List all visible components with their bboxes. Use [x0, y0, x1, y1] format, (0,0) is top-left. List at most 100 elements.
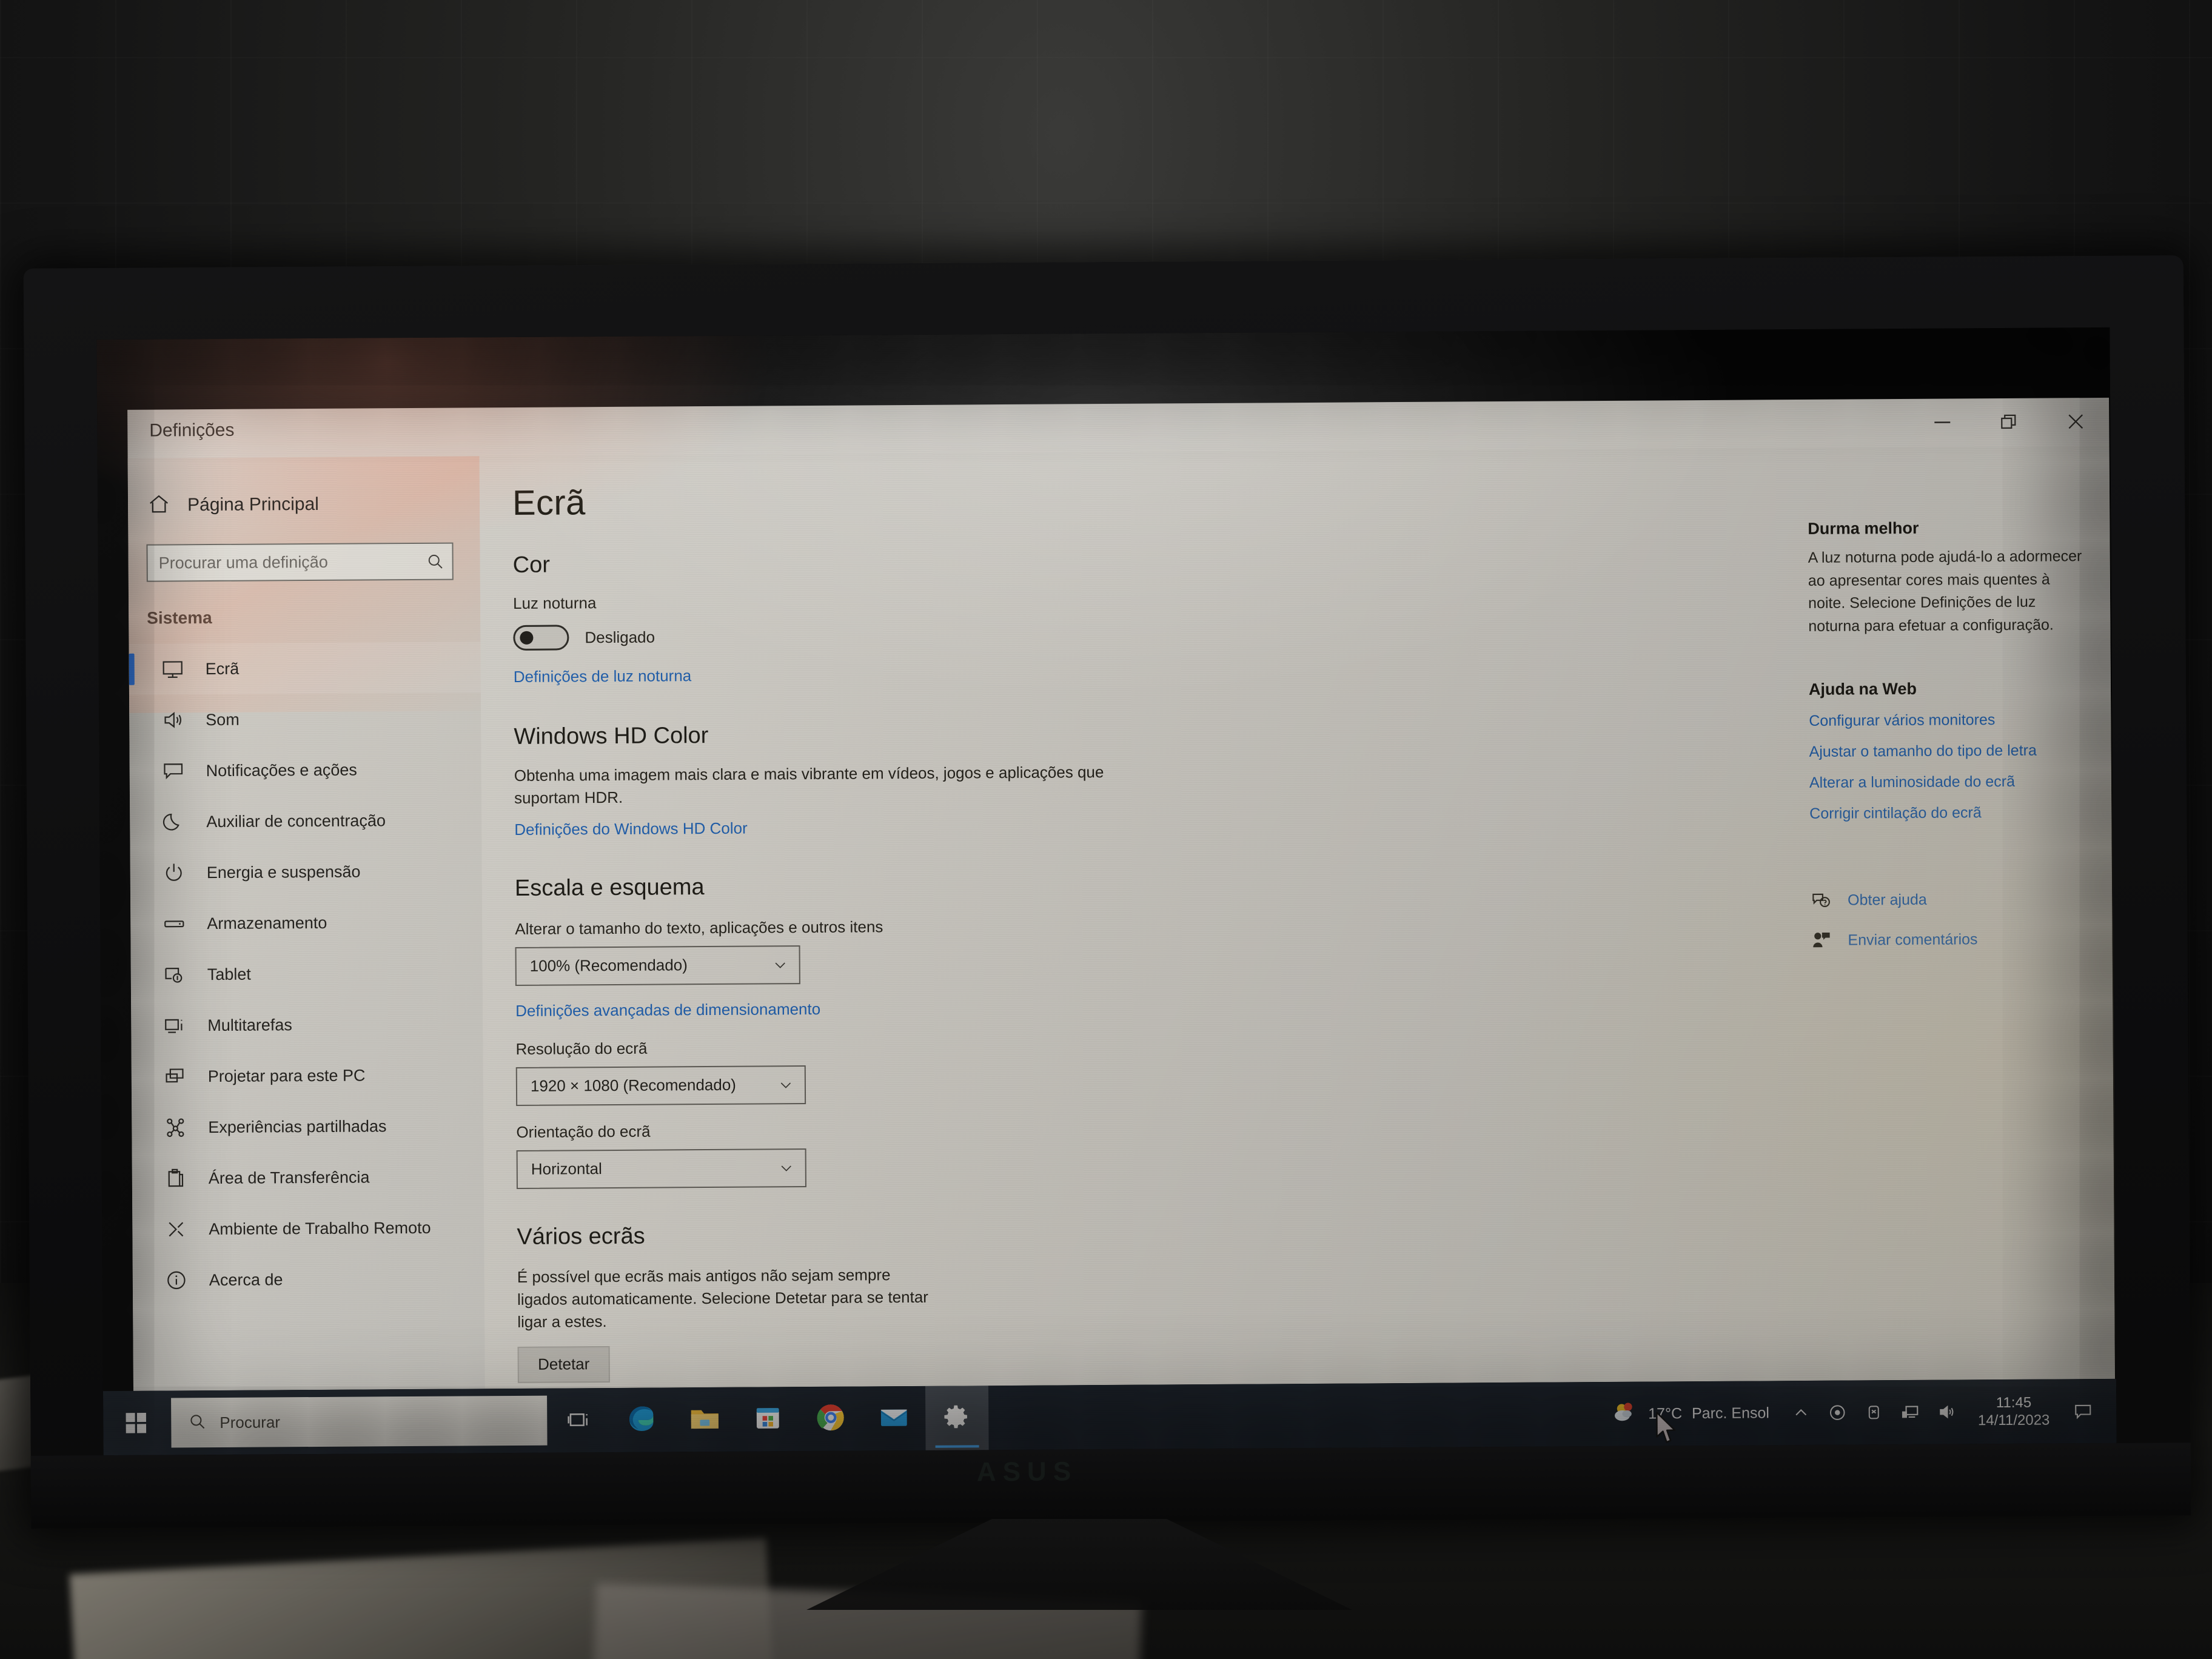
share-icon [162, 1114, 189, 1141]
help-balloon-icon [1810, 890, 1832, 911]
sidebar-item-som[interactable]: Som [129, 692, 481, 746]
windows-logo-icon[interactable] [103, 1390, 169, 1455]
sidebar-item-area-transferencia[interactable]: Área de Transferência [132, 1151, 484, 1204]
advanced-scaling-link[interactable]: Definições avançadas de dimensionamento [515, 994, 1786, 1021]
taskbar-app-edge[interactable] [610, 1387, 674, 1452]
monitor-screen: Definições Página Principal Procurar uma… [96, 327, 2117, 1456]
taskbar-app-file-explorer[interactable] [673, 1387, 737, 1452]
sidebar-item-concentracao[interactable]: Auxiliar de concentração [130, 794, 482, 848]
scale-size-label: Alterar o tamanho do texto, aplicações e… [515, 917, 883, 938]
photo-scene: Definições Página Principal Procurar uma… [0, 0, 2212, 1659]
night-light-state: Desligado [585, 628, 655, 646]
orientation-dropdown[interactable]: Horizontal [516, 1148, 806, 1189]
bluetooth-device-icon[interactable] [1855, 1380, 1892, 1444]
sidebar-item-acerca-de[interactable]: Acerca de [133, 1253, 485, 1306]
taskbar-weather[interactable]: 17°C Parc. Ensol [1597, 1398, 1783, 1430]
web-help-link[interactable]: Corrigir cintilação do ecrã [1809, 803, 2087, 823]
system-tray: 17°C Parc. Ensol 11:45 14/11/2023 [1597, 1379, 2117, 1446]
sidebar-item-armazenamento[interactable]: Armazenamento [130, 896, 483, 950]
notification-icon [160, 757, 187, 784]
onedrive-icon[interactable] [1819, 1380, 1856, 1444]
night-light-settings-link[interactable]: Definições de luz noturna [514, 660, 1785, 686]
taskbar-app-settings[interactable] [925, 1386, 989, 1450]
network-icon[interactable] [1892, 1380, 1929, 1444]
taskbar-app-chrome[interactable] [799, 1386, 863, 1451]
drive-icon [161, 910, 187, 937]
chevron-up-icon[interactable] [1783, 1381, 1820, 1445]
clipboard-icon [163, 1165, 189, 1191]
sidebar-item-label: Área de Transferência [208, 1167, 370, 1187]
task-view-icon[interactable] [547, 1388, 611, 1453]
weather-condition: Parc. Ensol [1691, 1404, 1770, 1422]
send-feedback-label: Enviar comentários [1848, 930, 1978, 949]
sidebar-item-experiencias[interactable]: Experiências partilhadas [132, 1100, 484, 1153]
hd-color-description: Obtenha uma imagem mais clara e mais vib… [514, 763, 1104, 807]
settings-search[interactable] [146, 542, 454, 582]
web-help-link[interactable]: Ajustar o tamanho do tipo de letra [1809, 742, 2087, 761]
taskbar-clock[interactable]: 11:45 14/11/2023 [1965, 1393, 2063, 1430]
settings-gear-icon [942, 1401, 972, 1435]
sidebar-item-label: Projetar para este PC [207, 1065, 366, 1085]
search-icon[interactable] [418, 544, 452, 579]
sidebar-item-tablet[interactable]: Tablet [131, 947, 483, 1000]
project-icon [162, 1063, 189, 1090]
night-light-toggle-row: Desligado [513, 617, 1784, 651]
volume-icon[interactable] [1928, 1379, 1965, 1444]
hd-color-settings-link[interactable]: Definições do Windows HD Color [514, 813, 1785, 839]
orientation-dropdown-value: Horizontal [531, 1159, 602, 1179]
sidebar-item-label: Notificações e ações [206, 760, 357, 780]
orientation-label: Orientação do ecrã [516, 1122, 651, 1141]
home-icon [147, 492, 170, 518]
minimize-icon[interactable] [1909, 398, 1976, 446]
action-center-icon[interactable] [2063, 1379, 2103, 1443]
moon-icon [160, 808, 187, 835]
restore-icon[interactable] [1976, 398, 2042, 446]
sidebar-item-label: Acerca de [209, 1270, 283, 1289]
resolution-label: Resolução do ecrã [515, 1039, 648, 1058]
settings-content: Ecrã Cor Luz noturna Desligado Definiçõe… [479, 446, 2115, 1389]
chevron-down-icon [773, 957, 788, 973]
file-explorer-icon [688, 1401, 721, 1437]
multitask-icon [161, 1012, 188, 1039]
sidebar-item-energia[interactable]: Energia e suspensão [130, 845, 483, 899]
chevron-down-icon [778, 1077, 794, 1093]
night-light-toggle[interactable] [513, 625, 569, 651]
sidebar-item-projetar[interactable]: Projetar para este PC [132, 1049, 484, 1102]
section-heading-varios-ecras: Vários ecrãs [517, 1223, 645, 1250]
sidebar-item-multitarefas[interactable]: Multitarefas [131, 998, 483, 1051]
taskbar-search[interactable]: Procurar [171, 1395, 548, 1448]
web-help-link[interactable]: Alterar a luminosidade do ecrã [1809, 773, 2087, 792]
sidebar-item-label: Armazenamento [207, 913, 327, 933]
chevron-down-icon [779, 1160, 794, 1176]
taskbar-app-mail[interactable] [862, 1386, 926, 1451]
sidebar-item-label: Auxiliar de concentração [206, 811, 386, 831]
web-help-link[interactable]: Configurar vários monitores [1809, 711, 2086, 730]
sidebar-item-ambiente-remoto[interactable]: Ambiente de Trabalho Remoto [132, 1202, 484, 1255]
sidebar-item-ecra[interactable]: Ecrã [129, 642, 481, 695]
sidebar-item-home[interactable]: Página Principal [128, 481, 480, 528]
edge-icon [625, 1402, 658, 1438]
clock-time: 11:45 [1996, 1394, 2032, 1411]
detect-button[interactable]: Detetar [517, 1346, 610, 1383]
get-help-action[interactable]: Obter ajuda [1810, 888, 2088, 911]
sidebar-item-label: Experiências partilhadas [208, 1116, 387, 1136]
monitor: Definições Página Principal Procurar uma… [23, 255, 2191, 1529]
main-column: Ecrã Cor Luz noturna Desligado Definiçõe… [480, 448, 1789, 1389]
sidebar-item-notificacoes[interactable]: Notificações e ações [129, 743, 481, 797]
microsoft-store-icon [752, 1402, 783, 1436]
night-light-label: Luz noturna [512, 594, 597, 612]
monitor-bezel-bottom: ASUS [30, 1443, 2191, 1529]
close-icon[interactable] [2042, 398, 2109, 446]
window-controls [1909, 398, 2109, 446]
send-feedback-action[interactable]: Enviar comentários [1810, 928, 2088, 951]
scale-dropdown[interactable]: 100% (Recomendado) [515, 945, 800, 986]
tablet-icon [161, 961, 188, 988]
search-input[interactable] [147, 543, 418, 581]
taskbar: Procurar 17°C Parc. Ensol 11:45 14/11/20… [102, 1378, 2117, 1456]
aside-web-help-heading: Ajuda na Web [1808, 679, 1917, 699]
resolution-dropdown[interactable]: 1920 × 1080 (Recomendado) [515, 1065, 806, 1106]
info-icon [163, 1267, 190, 1293]
taskbar-app-microsoft-store[interactable] [736, 1387, 800, 1452]
monitor-brand-logo: ASUS [976, 1456, 1078, 1487]
mail-icon [877, 1401, 910, 1436]
